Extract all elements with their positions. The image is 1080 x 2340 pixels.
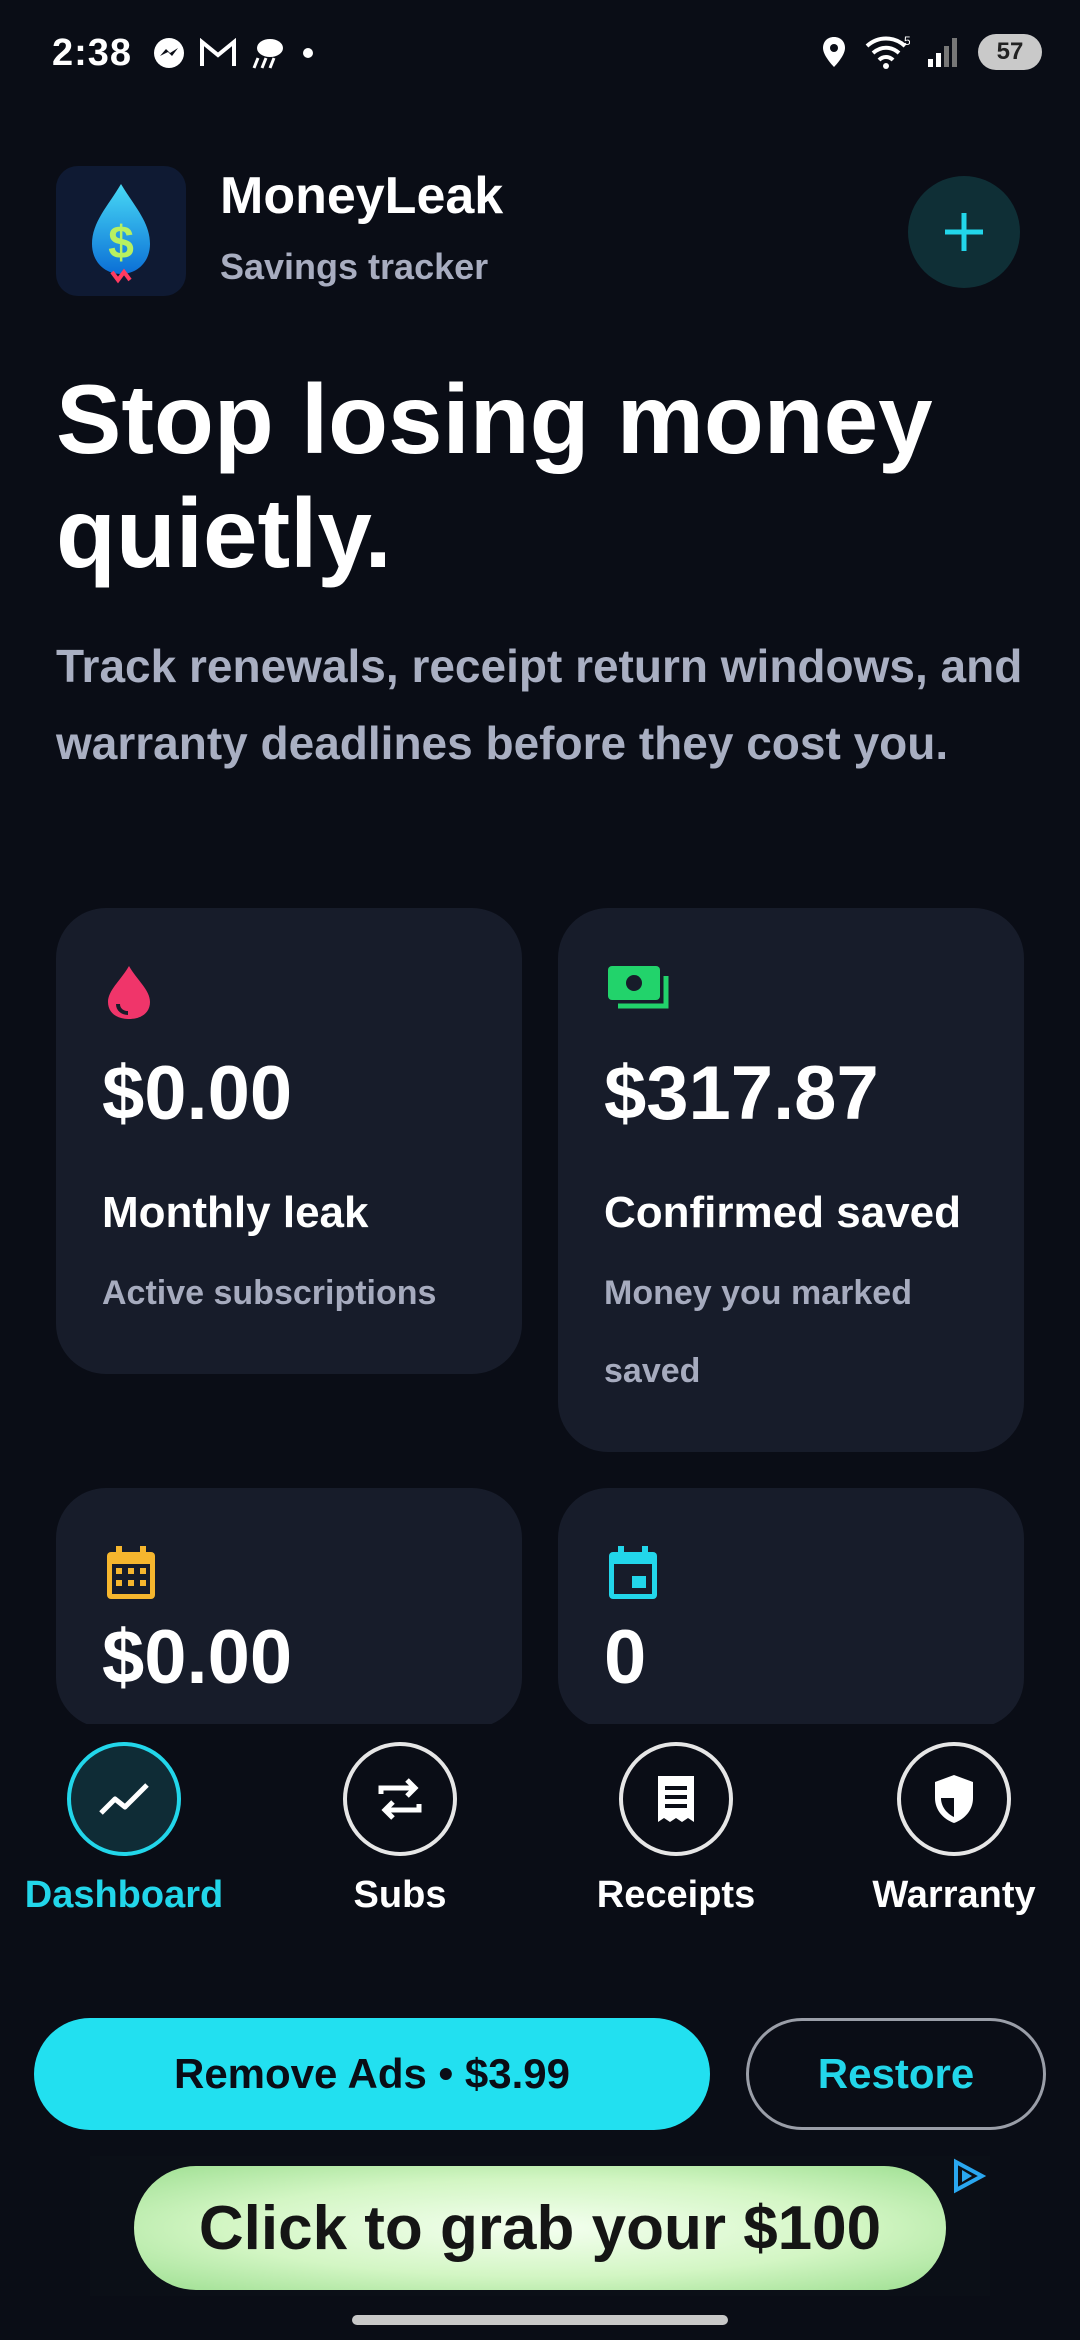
nav-circle (897, 1742, 1011, 1856)
svg-text:5: 5 (904, 35, 910, 48)
hero-title: Stop losing money quietly. (56, 364, 933, 588)
shield-icon (935, 1775, 973, 1823)
app-header: $ MoneyLeak Savings tracker (56, 166, 1024, 296)
monthly-leak-card[interactable]: $0.00 Monthly leak Active subscriptions (56, 908, 522, 1374)
app-subtitle: Savings tracker (220, 246, 489, 287)
app-title: MoneyLeak (220, 167, 504, 225)
ad-banner[interactable]: Click to grab your $100 (90, 2156, 990, 2296)
hero-subtitle: Track renewals, receipt return windows, … (56, 640, 1023, 769)
card-description: Money you marked saved (604, 1274, 912, 1390)
home-indicator[interactable] (352, 2315, 728, 2325)
weather-icon (252, 39, 283, 69)
card-amount: $0.00 (102, 1615, 293, 1700)
calendar-grid-icon (104, 1544, 158, 1607)
status-bar: 2:38 5 57 (0, 0, 1080, 112)
trend-icon (99, 1783, 149, 1815)
confirmed-saved-card[interactable]: $317.87 Confirmed saved Money you marked… (558, 908, 1024, 1452)
nav-circle (67, 1742, 181, 1856)
nav-dashboard[interactable]: Dashboard (4, 1742, 244, 1917)
card-description: Active subscriptions (102, 1274, 437, 1312)
money-drop-logo: $ (56, 166, 186, 296)
upcoming-amount-card[interactable]: $0.00 (56, 1488, 522, 1728)
status-time: 2:38 (52, 32, 133, 74)
messenger-icon (154, 38, 184, 68)
nav-label: Subs (353, 1874, 447, 1916)
nav-label: Dashboard (24, 1874, 224, 1916)
card-title: Confirmed saved (604, 1188, 961, 1237)
upcoming-count-card[interactable]: 0 (558, 1488, 1024, 1728)
battery-indicator: 57 (978, 34, 1042, 70)
drop-icon (104, 964, 154, 1025)
card-amount: 0 (604, 1615, 647, 1700)
card-title: Monthly leak (102, 1188, 369, 1237)
nav-subs[interactable]: Subs (280, 1742, 520, 1917)
restore-button[interactable]: Restore (746, 2018, 1046, 2130)
gmail-icon (200, 38, 236, 66)
add-button[interactable] (908, 176, 1020, 288)
remove-ads-button[interactable]: Remove Ads • $3.99 (34, 2018, 710, 2130)
bottom-navigation: Dashboard Subs Receipts Warranty (0, 1724, 1080, 1954)
nav-receipts[interactable]: Receipts (556, 1742, 796, 1917)
nav-circle (343, 1742, 457, 1856)
receipt-icon (658, 1776, 694, 1822)
plus-icon (945, 213, 983, 251)
card-amount: $317.87 (604, 1051, 879, 1136)
calendar-event-icon (606, 1544, 660, 1607)
signal-icon (928, 38, 957, 67)
svg-text:$: $ (108, 216, 134, 268)
ad-text[interactable]: Click to grab your $100 (134, 2166, 946, 2290)
notification-icons (152, 36, 316, 70)
nav-label: Warranty (872, 1874, 1036, 1916)
ad-choices-icon[interactable] (948, 2156, 988, 2196)
location-icon (823, 37, 845, 67)
card-amount: $0.00 (102, 1051, 293, 1136)
nav-warranty[interactable]: Warranty (834, 1742, 1074, 1917)
nav-label: Receipts (596, 1874, 756, 1916)
dot-icon (303, 48, 313, 58)
system-icons: 5 57 (820, 34, 1042, 70)
repeat-icon (378, 1778, 422, 1820)
nav-circle (619, 1742, 733, 1856)
money-icon (606, 964, 672, 1019)
wifi-icon: 5 (865, 35, 910, 69)
